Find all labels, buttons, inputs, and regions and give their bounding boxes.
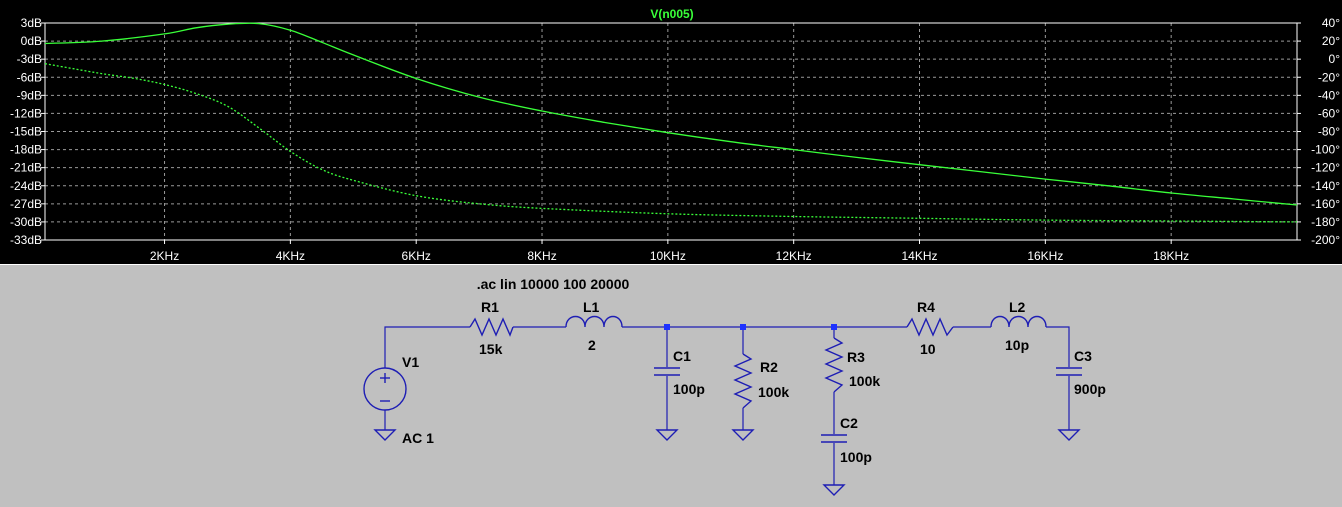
phase-tick-label: -80°	[1318, 125, 1340, 139]
y-tick-label: 3dB	[21, 16, 42, 30]
y-tick-label: -3dB	[17, 52, 42, 66]
r4-name: R4	[917, 299, 935, 315]
c3-value: 900p	[1074, 381, 1106, 397]
phase-tick-label: -140°	[1311, 179, 1340, 193]
phase-tick-label: -100°	[1311, 143, 1340, 157]
y-tick-label: -18dB	[10, 143, 42, 157]
x-tick-label: 4KHz	[276, 249, 305, 263]
phase-tick-label: -20°	[1318, 70, 1340, 84]
magnitude-axis: 3dB 0dB -3dB -6dB -9dB -12dB -15dB -18dB -21dB -2…	[10, 16, 45, 247]
bode-plot[interactable]: V(n005) 3dB 0dB -3dB -6dB -9dB -12dB -15dB -18d…	[0, 0, 1342, 264]
y-tick-label: -6dB	[17, 70, 42, 84]
schematic-editor[interactable]: .ac lin 10000 100 20000 V1 AC 1 R1 15k L…	[0, 265, 1342, 507]
phase-tick-label: -120°	[1311, 161, 1340, 175]
phase-tick-label: 40°	[1322, 16, 1340, 30]
phase-tick-label: -40°	[1318, 88, 1340, 102]
l1-value: 2	[588, 337, 596, 353]
c3-name: C3	[1074, 348, 1092, 364]
r3-value: 100k	[849, 373, 880, 389]
r4-value: 10	[920, 341, 936, 357]
v1-value: AC 1	[402, 430, 434, 446]
phase-tick-label: 0°	[1329, 52, 1341, 66]
r2-name: R2	[760, 359, 778, 375]
x-tick-label: 8KHz	[527, 249, 556, 263]
y-tick-label: -12dB	[10, 106, 42, 120]
y-tick-label: -24dB	[10, 179, 42, 193]
x-tick-label: 18KHz	[1153, 249, 1189, 263]
trace-group	[44, 22, 1298, 223]
x-tick-label: 16KHz	[1027, 249, 1063, 263]
c1-name: C1	[673, 348, 691, 364]
l2-value: 10p	[1005, 337, 1029, 353]
y-tick-label: -15dB	[10, 125, 42, 139]
x-tick-label: 14KHz	[901, 249, 937, 263]
schematic-background	[0, 265, 1342, 507]
v1-name: V1	[402, 354, 419, 370]
trace-label[interactable]: V(n005)	[650, 7, 693, 21]
frequency-axis: 2KHz 4KHz 6KHz 8KHz 10KHz 12KHz 14KHz 16KHz 18KH…	[150, 240, 1189, 263]
phase-axis: 40° 20° 0° -20° -40° -60° -80° -100° -120° -140° -…	[1297, 16, 1340, 247]
plot-grid	[45, 23, 1297, 240]
ltspice-window: V(n005) 3dB 0dB -3dB -6dB -9dB -12dB -15dB -18d…	[0, 0, 1342, 507]
waveform-viewer[interactable]: V(n005) 3dB 0dB -3dB -6dB -9dB -12dB -15dB -18d…	[0, 0, 1342, 264]
r2-value: 100k	[758, 384, 789, 400]
x-tick-label: 12KHz	[776, 249, 812, 263]
junction-dot	[831, 324, 837, 330]
y-tick-label: -21dB	[10, 161, 42, 175]
l1-name: L1	[583, 299, 600, 315]
r1-name: R1	[481, 299, 499, 315]
phase-tick-label: -200°	[1311, 233, 1340, 247]
phase-tick-label: -180°	[1311, 215, 1340, 229]
c2-name: C2	[840, 415, 858, 431]
phase-trace	[44, 63, 1298, 223]
phase-tick-label: -160°	[1311, 197, 1340, 211]
junction-dot	[740, 324, 746, 330]
junction-dot	[664, 324, 670, 330]
x-tick-label: 6KHz	[402, 249, 431, 263]
r1-value: 15k	[479, 341, 503, 357]
y-tick-label: -27dB	[10, 197, 42, 211]
y-tick-label: 0dB	[21, 34, 42, 48]
x-tick-label: 2KHz	[150, 249, 179, 263]
y-tick-label: -30dB	[10, 215, 42, 229]
y-tick-label: -9dB	[17, 88, 42, 102]
c2-value: 100p	[840, 449, 872, 465]
l2-name: L2	[1009, 299, 1026, 315]
phase-tick-label: -60°	[1318, 106, 1340, 120]
c1-value: 100p	[673, 381, 705, 397]
phase-tick-label: 20°	[1322, 34, 1340, 48]
schematic-canvas[interactable]: .ac lin 10000 100 20000 V1 AC 1 R1 15k L…	[0, 265, 1342, 507]
y-tick-label: -33dB	[10, 233, 42, 247]
magnitude-trace	[44, 22, 1298, 206]
r3-name: R3	[847, 349, 865, 365]
spice-directive[interactable]: .ac lin 10000 100 20000	[477, 276, 630, 292]
x-tick-label: 10KHz	[650, 249, 686, 263]
